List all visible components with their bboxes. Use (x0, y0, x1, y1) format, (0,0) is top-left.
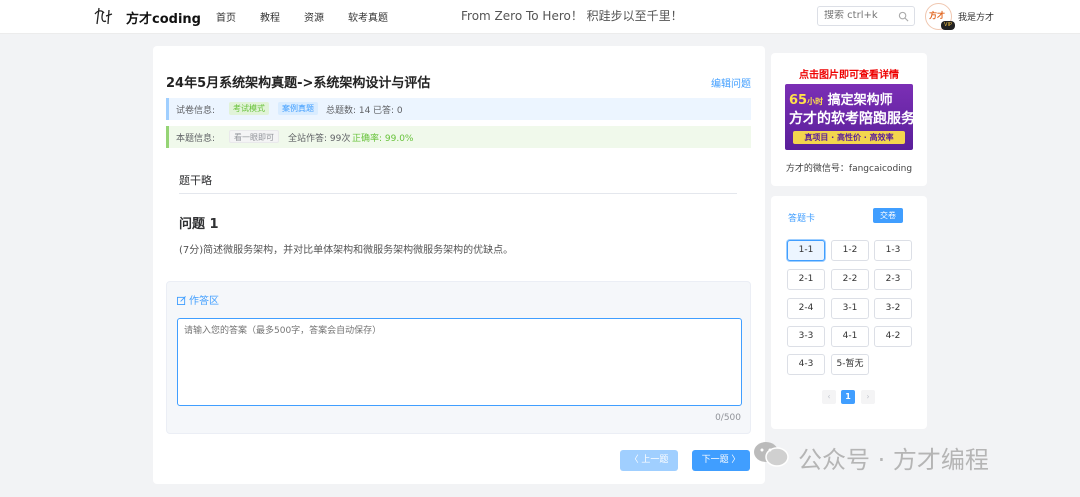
promo-banner[interactable]: 65小时 搞定架构师 方才的软考陪跑服务 真项目 · 高性价 · 高效率 (785, 84, 913, 150)
promo-title[interactable]: 点击图片即可查看详情 (771, 66, 927, 81)
username[interactable]: 我是方才 (958, 10, 994, 23)
search-icon[interactable] (898, 11, 909, 22)
promo-line-3: 真项目 · 高性价 · 高效率 (793, 131, 905, 144)
page-number[interactable]: 1 (841, 390, 855, 404)
char-count: 0/500 (715, 413, 741, 423)
type-tag: 案例真题 (278, 102, 318, 115)
answer-sheet-item[interactable]: 4-3 (787, 354, 825, 375)
answer-textarea[interactable] (177, 318, 742, 406)
difficulty-tag: 看一眼即可 (229, 130, 279, 143)
promo-line-1: 65小时 搞定架构师 (789, 89, 893, 108)
search-box[interactable] (817, 6, 915, 26)
nav-home[interactable]: 首页 (216, 9, 236, 24)
question-text: (7分)简述微服务架构，并对比单体架构和微服务架构微服务架构的优缺点。 (179, 245, 514, 256)
answer-sheet-item[interactable]: 1-1 (787, 240, 825, 261)
answer-area-panel: 作答区 0/500 (166, 281, 751, 434)
divider (179, 193, 737, 194)
total-count: 总题数: 14 (326, 106, 371, 116)
signature-logo-icon[interactable] (92, 4, 116, 28)
wechat-icon (754, 442, 789, 467)
prev-question-button[interactable]: 〈 上一题 (620, 450, 678, 471)
edit-question-link[interactable]: 编辑问题 (711, 75, 751, 90)
answer-sheet-item[interactable]: 4-1 (831, 326, 869, 347)
answer-sheet-item[interactable]: 2-4 (787, 298, 825, 319)
slogan: From Zero To Hero！ 积跬步以至千里！ (461, 9, 683, 23)
answer-sheet-item[interactable]: 3-1 (831, 298, 869, 319)
answer-sheet-title: 答题卡 (788, 214, 816, 224)
answer-sheet-item[interactable]: 2-3 (874, 269, 912, 290)
vip-badge: VIP (941, 21, 955, 30)
promo-hours-unit: 小时 (807, 97, 824, 106)
nav-exam-questions[interactable]: 软考真题 (348, 9, 388, 24)
stem-title: 题干略 (179, 174, 212, 187)
search-input[interactable] (824, 10, 894, 21)
answer-area-header: 作答区 (177, 292, 219, 307)
page-next-button[interactable]: › (861, 390, 875, 404)
question-heading: 问题 1 (179, 217, 219, 232)
item-info-bar: 本题信息: 看一眼即可 全站作答: 99次 正确率: 99.0% (166, 126, 751, 148)
answer-sheet-item[interactable]: 5-暂无 (831, 354, 869, 375)
wechat-watermark: 公众号 · 方才编程 (752, 437, 1052, 474)
paper-info-bar: 试卷信息: 考试模式 案例真题 总题数: 14 已答: 0 (166, 98, 751, 120)
site-answer-count: 全站作答: 99次 (288, 134, 351, 144)
avatar-text: 方才 (929, 11, 945, 20)
page-prev-button[interactable]: ‹ (822, 390, 836, 404)
promo-hours: 65 (789, 93, 808, 108)
nav-tutorials[interactable]: 教程 (260, 9, 280, 24)
nav-resources[interactable]: 资源 (304, 9, 324, 24)
item-info-label: 本题信息: (176, 134, 216, 144)
accuracy-rate: 正确率: 99.0% (352, 134, 414, 144)
answered-count: 已答: 0 (373, 106, 403, 116)
answer-sheet-item[interactable]: 2-2 (831, 269, 869, 290)
promo-headline: 搞定架构师 (827, 93, 893, 108)
paper-info-label: 试卷信息: (176, 106, 216, 116)
watermark-text: 公众号 · 方才编程 (798, 446, 989, 474)
next-question-button[interactable]: 下一题 〉 (692, 450, 750, 471)
answer-sheet-item[interactable]: 2-1 (787, 269, 825, 290)
answer-sheet-item[interactable]: 1-2 (831, 240, 869, 261)
promo-card: 点击图片即可查看详情 65小时 搞定架构师 方才的软考陪跑服务 真项目 · 高性… (771, 53, 927, 186)
answer-area-title: 作答区 (189, 296, 219, 307)
top-navbar: 方才coding 首页 教程 资源 软考真题 From Zero To Hero… (0, 0, 1080, 34)
question-title: 24年5月系统架构真题->系统架构设计与评估 (166, 76, 431, 91)
logo-text[interactable]: 方才coding (126, 8, 201, 27)
submit-paper-button[interactable]: 交卷 (873, 208, 903, 223)
answer-sheet-item[interactable]: 4-2 (874, 326, 912, 347)
answer-sheet-item[interactable]: 1-3 (874, 240, 912, 261)
promo-line-2: 方才的软考陪跑服务 (789, 111, 913, 127)
edit-icon (177, 296, 186, 305)
wechat-id: 方才的微信号：fangcaicoding (785, 164, 913, 174)
answer-sheet-item[interactable]: 3-3 (787, 326, 825, 347)
mode-tag: 考试模式 (229, 102, 269, 115)
question-card: 24年5月系统架构真题->系统架构设计与评估 编辑问题 试卷信息: 考试模式 案… (153, 46, 765, 484)
answer-sheet-item[interactable]: 3-2 (874, 298, 912, 319)
answer-sheet-card: 答题卡 交卷 1-1 1-2 1-3 2-1 2-2 2-3 2-4 3-1 3-2 3-3 4-1… (771, 196, 927, 429)
